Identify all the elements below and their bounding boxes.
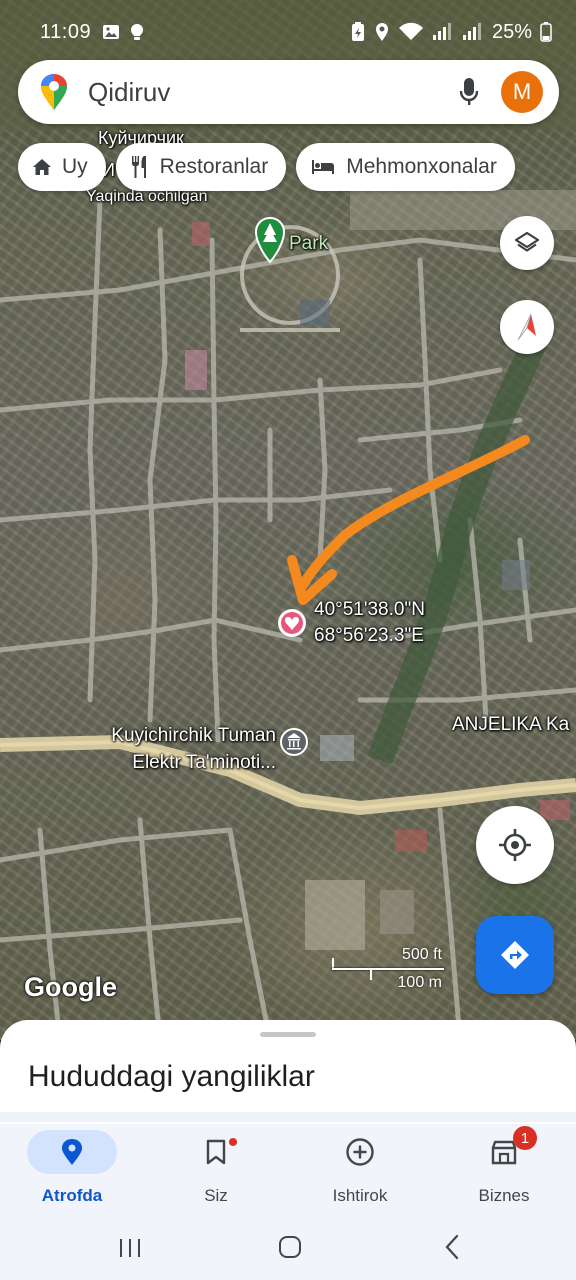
chip-restaurants-label: Restoranlar	[159, 155, 269, 178]
search-input[interactable]: Qidiruv	[88, 77, 459, 108]
signal-icon	[432, 23, 451, 40]
chip-hotels-label: Mehmonxonalar	[346, 155, 497, 178]
scale-metric: 100 m	[397, 974, 442, 991]
home-button[interactable]	[270, 1232, 310, 1262]
notification-dot	[229, 1138, 237, 1146]
layers-icon	[514, 231, 540, 252]
nav-label-you: Siz	[204, 1186, 228, 1205]
back-button[interactable]	[432, 1232, 472, 1262]
home-icon	[33, 159, 51, 175]
microphone-icon[interactable]	[459, 77, 479, 107]
location-pin-icon	[62, 1139, 82, 1165]
nav-label-business: Biznes	[478, 1186, 530, 1205]
category-chips: Uy Restoranlar Mehmonxonalar	[18, 143, 515, 191]
search-bar[interactable]: Qidiruv M	[18, 60, 559, 124]
recent-apps-button[interactable]	[110, 1234, 150, 1262]
compass-button[interactable]	[500, 300, 554, 354]
scale-imperial: 500 ft	[401, 946, 442, 963]
chip-restaurants[interactable]: Restoranlar	[115, 143, 287, 191]
chip-home[interactable]: Uy	[18, 143, 106, 191]
pin-latitude: 40°51'38.0"N	[314, 599, 425, 620]
nav-item-explore[interactable]: Atrofda	[0, 1124, 144, 1214]
signal-2-icon	[462, 23, 481, 40]
nav-label-explore: Atrofda	[41, 1186, 103, 1205]
chip-home-label: Uy	[62, 155, 88, 178]
sheet-divider	[0, 1112, 576, 1122]
government-building-icon	[280, 728, 308, 756]
restaurant-icon	[131, 156, 146, 178]
layers-button[interactable]	[500, 216, 554, 270]
park-pin-icon	[254, 216, 286, 264]
status-time: 11:09	[40, 20, 92, 43]
hotel-icon	[312, 160, 335, 174]
status-bar: 11:09 25%	[0, 0, 576, 64]
home-circle-icon	[279, 1236, 301, 1258]
sheet-drag-handle[interactable]	[260, 1032, 316, 1037]
nav-item-contribute[interactable]: Ishtirok	[288, 1124, 432, 1214]
annotation-arrow	[298, 435, 530, 590]
crosshair-icon	[499, 829, 531, 861]
battery-icon	[540, 22, 552, 42]
wifi-icon	[398, 22, 423, 40]
location-icon	[375, 23, 388, 41]
directions-icon	[501, 941, 529, 969]
google-maps-pin-icon	[41, 74, 67, 110]
map-scale: 500 ft 100 m	[332, 946, 448, 996]
my-location-button[interactable]	[476, 806, 554, 884]
directions-button[interactable]	[476, 916, 554, 994]
recent-apps-icon	[120, 1239, 140, 1257]
avatar[interactable]: M	[501, 71, 543, 113]
chip-hotels[interactable]: Mehmonxonalar	[296, 143, 515, 191]
bottom-navigation: Atrofda Siz Ishtirok 1 Biznes	[0, 1124, 576, 1214]
bottom-sheet[interactable]: Hududdagi yangiliklar	[0, 1020, 576, 1124]
sheet-title: Hududdagi yangiliklar	[28, 1060, 315, 1093]
gallery-icon	[103, 25, 120, 39]
system-navigation-bar	[0, 1214, 576, 1280]
business-badge: 1	[513, 1126, 537, 1150]
dropped-pin-icon	[278, 609, 306, 637]
nav-label-contribute: Ishtirok	[332, 1186, 388, 1205]
bookmark-icon	[206, 1139, 226, 1165]
map-label-shop[interactable]: ANJELIKA Ka	[452, 714, 569, 736]
compass-icon	[517, 313, 536, 341]
map-label-park[interactable]: Park	[289, 233, 328, 255]
map-label-office-line2[interactable]: Elektr Ta'minoti...	[80, 752, 276, 774]
add-circle-icon	[346, 1138, 374, 1166]
google-logo: Google	[24, 972, 117, 1002]
map-label-office-line1[interactable]: Kuyichirchik Tuman	[80, 725, 276, 747]
battery-saver-icon	[351, 22, 364, 41]
nav-item-you[interactable]: Siz	[144, 1124, 288, 1214]
battery-percent: 25%	[491, 20, 532, 43]
pin-longitude: 68°56'23.3"E	[314, 625, 424, 646]
back-icon	[445, 1234, 459, 1260]
nav-item-business[interactable]: 1 Biznes	[432, 1124, 576, 1214]
bulb-icon	[131, 24, 144, 40]
